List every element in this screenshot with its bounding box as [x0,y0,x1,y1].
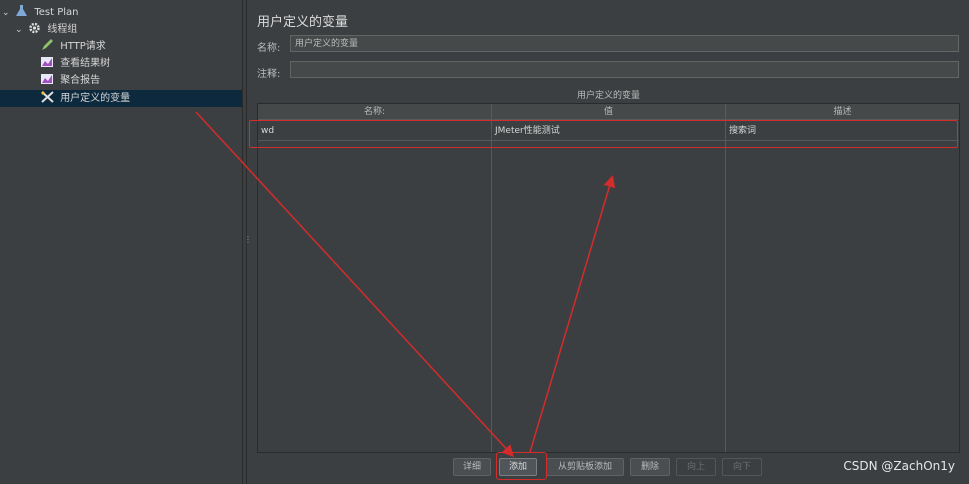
tree-item-thread-group[interactable]: ⌄ 线程组 [15,21,77,38]
comment-field[interactable] [290,61,959,78]
move-down-button[interactable]: 向下 [722,458,762,476]
chart-icon [41,57,53,67]
watermark: CSDN @ZachOn1y [843,459,955,473]
tree-item-result-tree[interactable]: 查看结果树 [41,55,110,72]
tree-item-http-request[interactable]: HTTP请求 [41,38,106,55]
tree-item-test-plan[interactable]: ⌄ Test Plan [2,4,79,21]
variables-panel: 用户定义的变量 名称: 用户定义的变量 注释: 用户定义的变量 名称: 值 描述… [248,0,969,484]
comment-label: 注释: [257,69,281,80]
column-divider [725,120,726,452]
chevron-down-icon[interactable]: ⌄ [15,22,25,39]
table-caption: 用户定义的变量 [576,91,640,101]
test-plan-tree: ⌄ Test Plan ⌄ 线程组 HTTP请求 查看结果树 聚合报告 用户定义… [0,0,242,484]
tree-item-label: HTTP请求 [60,41,106,52]
chevron-down-icon[interactable]: ⌄ [2,5,12,22]
delete-button[interactable]: 删除 [630,458,670,476]
move-up-button[interactable]: 向上 [676,458,716,476]
splitter-grip-icon[interactable]: ⋮ [244,236,252,248]
column-header-value[interactable]: 值 [492,104,726,120]
tree-item-aggregate-report[interactable]: 聚合报告 [41,72,100,89]
variables-table: 名称: 值 描述 wd JMeter性能测试 搜索词 [257,103,960,453]
tree-item-label: Test Plan [34,7,79,18]
annotation-row-highlight [249,120,958,148]
tree-item-label: 查看结果树 [60,58,111,69]
chart-icon [41,74,53,84]
tools-icon [41,91,54,103]
gear-icon [29,22,40,34]
column-divider [491,120,492,452]
annotation-add-highlight [496,452,547,480]
column-header-description[interactable]: 描述 [726,104,959,120]
panel-title: 用户定义的变量 [257,15,349,30]
panel-splitter[interactable]: ⋮ [242,0,252,484]
tree-item-label: 用户定义的变量 [60,93,131,104]
name-label: 名称: [257,43,281,54]
tree-item-label: 线程组 [47,24,78,35]
name-field[interactable]: 用户定义的变量 [290,35,959,52]
add-from-clipboard-button[interactable]: 从剪贴板添加 [546,458,624,476]
pen-icon [42,39,53,50]
tree-item-label: 聚合报告 [60,75,101,86]
detail-button[interactable]: 详细 [453,458,491,476]
column-header-name[interactable]: 名称: [258,104,492,120]
flask-icon [16,5,28,16]
tree-item-user-defined-variables[interactable]: 用户定义的变量 [0,90,242,107]
